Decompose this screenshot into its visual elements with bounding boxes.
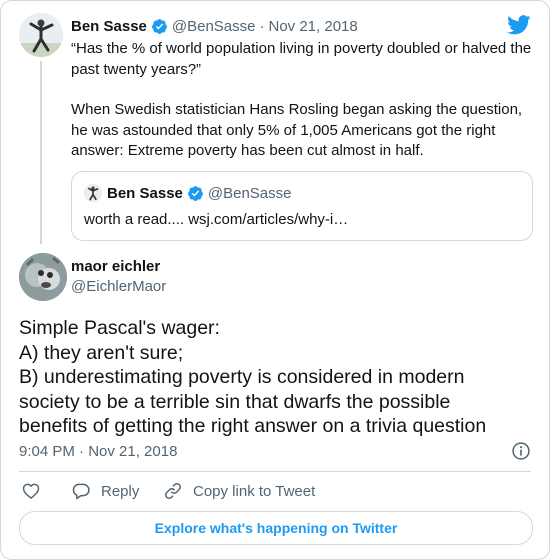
tweet-line: benefits of getting the right answer on … bbox=[19, 415, 487, 437]
parent-header: Ben Sasse @BenSasse · Nov 21, 2018 bbox=[71, 16, 358, 36]
tweet-line: B) underestimating poverty is considered… bbox=[19, 366, 465, 388]
verified-badge-icon bbox=[187, 185, 203, 201]
copy-link-label: Copy link to Tweet bbox=[193, 482, 316, 500]
parent-date[interactable]: Nov 21, 2018 bbox=[269, 18, 358, 35]
explore-twitter-button[interactable]: Explore what's happening on Twitter bbox=[19, 511, 533, 545]
header-separator: · bbox=[259, 17, 265, 35]
main-tweet-text: Simple Pascal's wager: A) they aren't su… bbox=[19, 316, 539, 439]
reply-icon bbox=[72, 483, 90, 500]
quoted-author-name: Ben Sasse bbox=[107, 184, 183, 202]
avatar-image bbox=[19, 253, 67, 301]
tweet-timestamp[interactable]: 9:04 PM · Nov 21, 2018 bbox=[19, 443, 177, 460]
parent-text-body: When Swedish statistician Hans Rosling b… bbox=[71, 101, 523, 159]
link-icon bbox=[165, 483, 181, 499]
main-avatar[interactable] bbox=[19, 253, 67, 301]
embedded-tweet-card: Ben Sasse @BenSasse · Nov 21, 2018 “Has … bbox=[0, 0, 550, 560]
reply-label: Reply bbox=[101, 482, 140, 500]
quoted-text: worth a read.... wsj.com/articles/why-i… bbox=[84, 211, 349, 228]
divider bbox=[19, 471, 531, 472]
thread-line bbox=[40, 61, 42, 244]
quoted-avatar bbox=[84, 184, 102, 202]
parent-tweet-text: “Has the % of world population living in… bbox=[71, 39, 537, 162]
tweet-line: society to be a terrible sin that dwarfs… bbox=[19, 390, 451, 413]
avatar-image bbox=[84, 184, 102, 202]
tweet-line: A) they aren't sure; bbox=[19, 341, 184, 364]
parent-avatar[interactable] bbox=[19, 13, 63, 57]
info-icon[interactable] bbox=[511, 441, 531, 461]
quoted-header: Ben Sasse @BenSasse bbox=[84, 184, 292, 202]
main-author-name[interactable]: maor eichler bbox=[71, 258, 160, 275]
main-handle[interactable]: @EichlerMaor bbox=[71, 278, 166, 295]
tweet-line: Simple Pascal's wager: bbox=[19, 317, 220, 339]
quoted-tweet[interactable]: Ben Sasse @BenSasse worth a read.... wsj… bbox=[71, 171, 533, 241]
parent-author-name[interactable]: Ben Sasse bbox=[71, 18, 147, 35]
verified-badge-icon bbox=[151, 18, 167, 34]
avatar-image bbox=[19, 13, 63, 57]
like-button[interactable] bbox=[21, 481, 41, 501]
quoted-handle: @BenSasse bbox=[207, 184, 292, 202]
parent-handle[interactable]: @BenSasse bbox=[172, 18, 256, 35]
copy-link-button[interactable]: Copy link to Tweet bbox=[163, 481, 315, 501]
parent-text-quote: “Has the % of world population living in… bbox=[71, 40, 532, 78]
reply-button[interactable]: Reply bbox=[71, 481, 139, 501]
heart-icon bbox=[22, 483, 40, 499]
twitter-bird-icon[interactable] bbox=[507, 15, 531, 35]
